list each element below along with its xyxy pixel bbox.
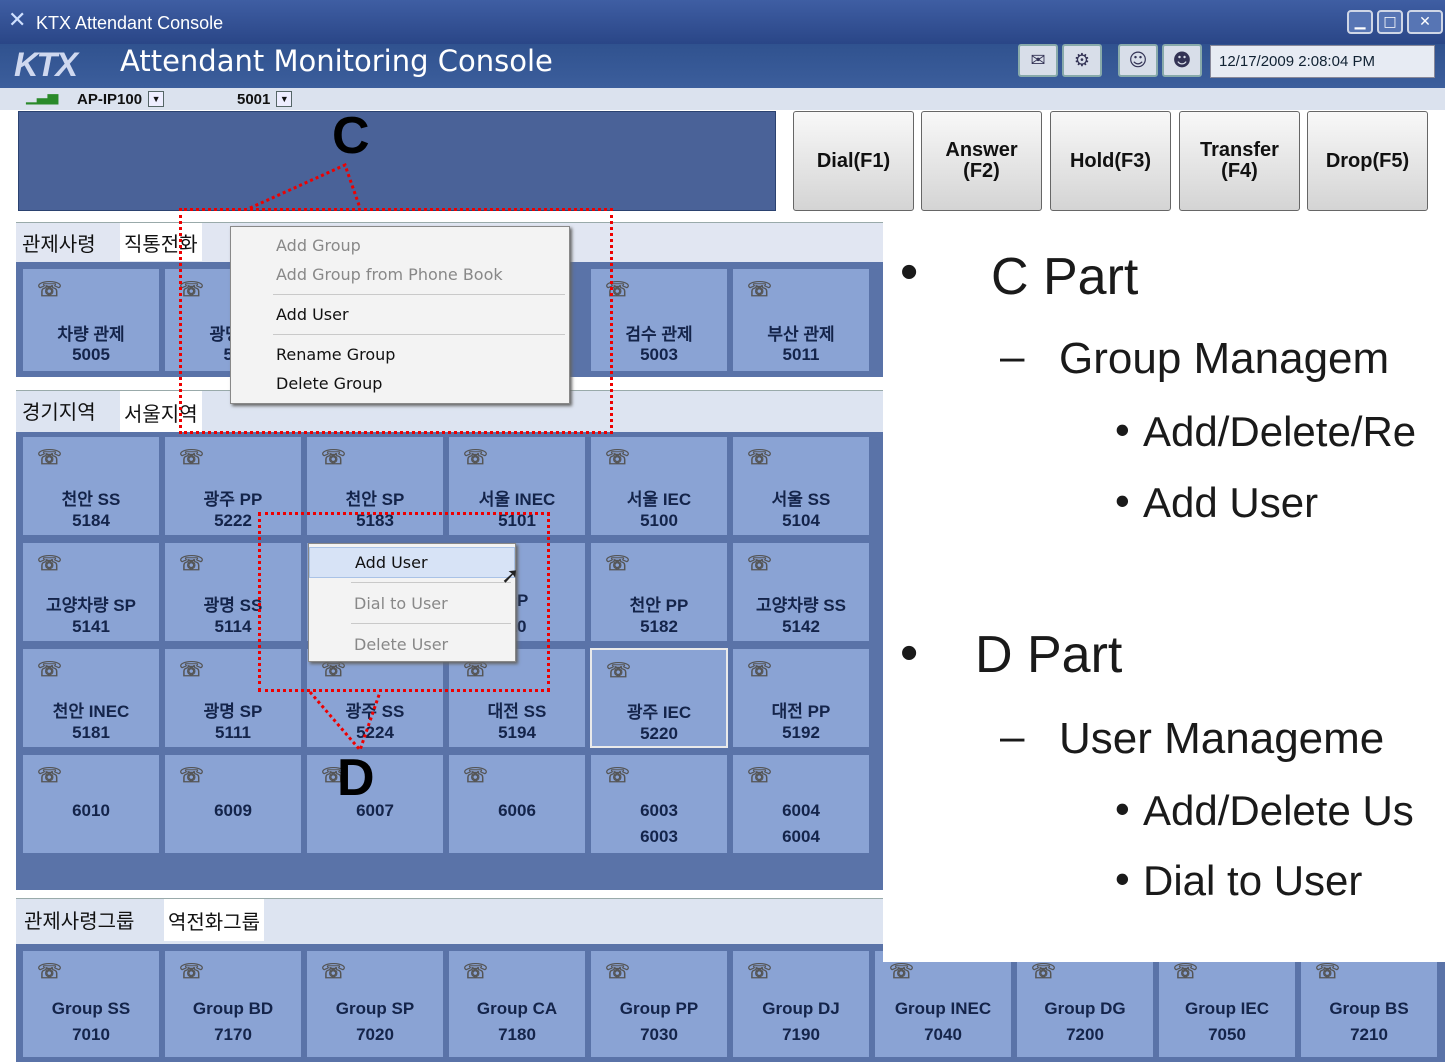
arrow-c	[249, 162, 362, 210]
d-item-1: Add/Delete Us	[1143, 787, 1414, 834]
c-part-subheading: Group Managem	[1059, 334, 1390, 383]
arrow-d	[308, 691, 382, 753]
dash: –	[1000, 332, 1025, 381]
d-part-subheading: User Manageme	[1059, 714, 1385, 763]
bullet: •	[1115, 785, 1130, 832]
bullet: •	[900, 243, 919, 301]
d-item-2: Dial to User	[1143, 857, 1363, 904]
annotation-label-d: D	[337, 749, 375, 807]
bullet: •	[1115, 477, 1130, 524]
c-item-1: Add/Delete/Re	[1143, 408, 1417, 455]
c-part-heading: C Part	[991, 248, 1139, 306]
bullet: •	[1115, 855, 1130, 902]
annotation-label-c: C	[332, 107, 370, 165]
c-item-2: Add User	[1143, 479, 1319, 526]
bullet: •	[1115, 406, 1130, 453]
d-part-heading: D Part	[975, 626, 1123, 684]
slide-overlay: • C Part – Group Managem • Add/Delete/Re…	[883, 217, 1445, 962]
dash: –	[1000, 712, 1025, 761]
bullet: •	[900, 624, 919, 682]
